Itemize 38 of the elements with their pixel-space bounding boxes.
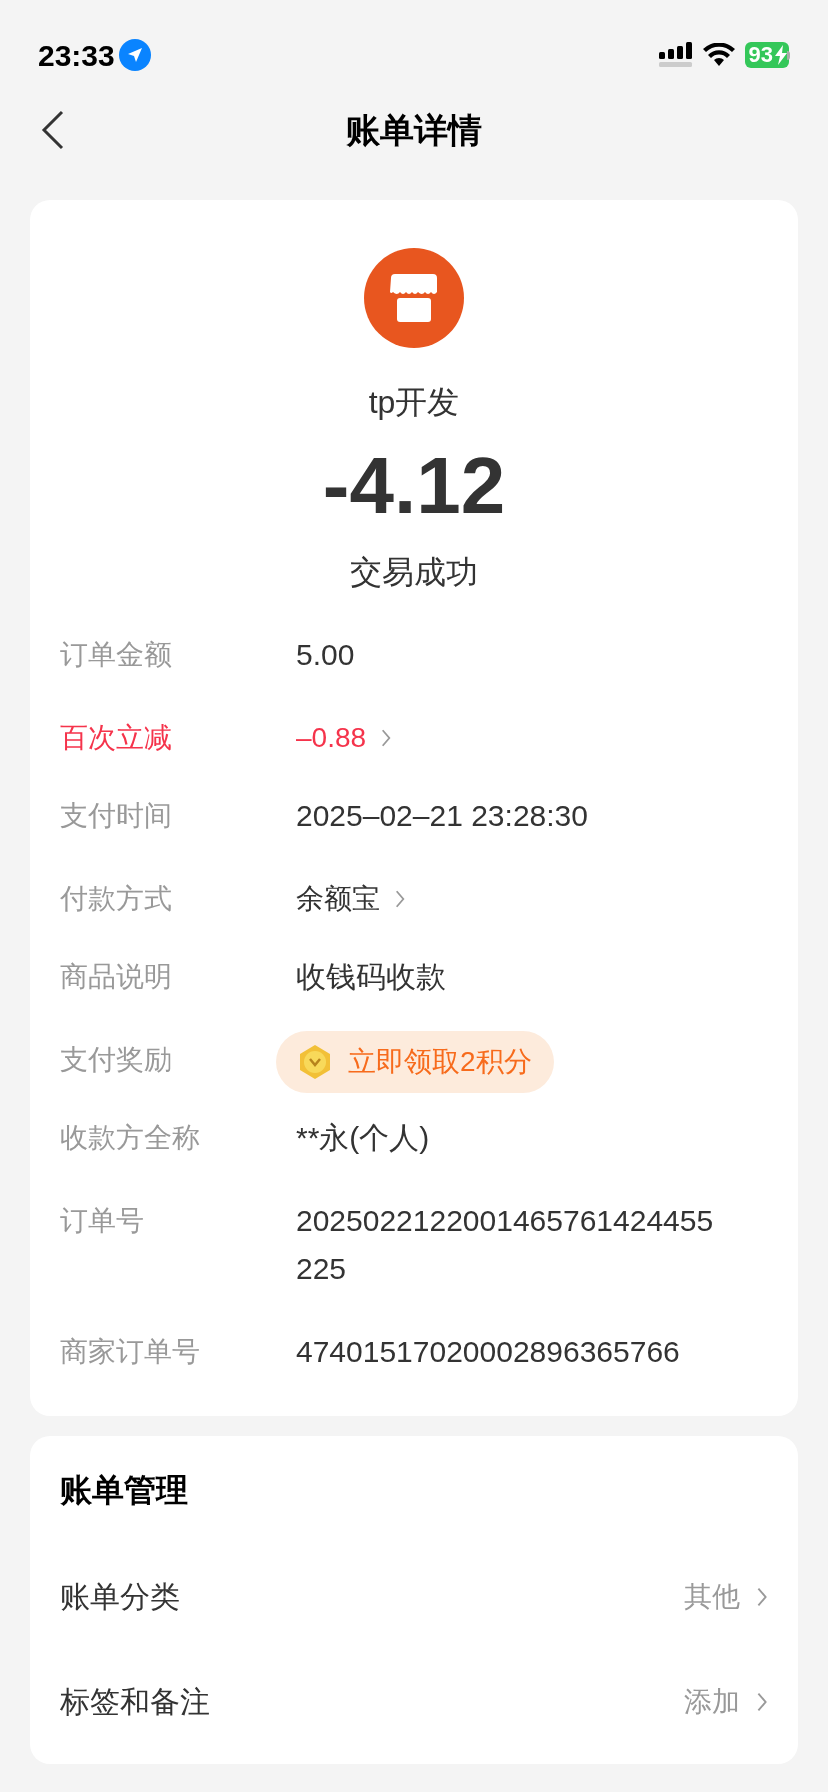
page-title: 账单详情 <box>346 109 482 151</box>
detail-label: 支付时间 <box>60 799 173 833</box>
chevron-right-icon <box>756 1690 768 1713</box>
back-icon <box>40 108 66 152</box>
detail-value: **永(个人) <box>296 1120 431 1156</box>
payment-method-link[interactable]: 余额宝 <box>296 880 406 918</box>
merchant-name: tp开发 <box>368 383 460 422</box>
detail-label: 支付奖励 <box>60 1043 173 1077</box>
status-time: 23:33 <box>38 37 115 74</box>
chevron-right-icon <box>394 889 406 909</box>
detail-value: 2025022122001465761424455225 <box>296 1203 715 1287</box>
amount: -4.12 <box>322 446 506 526</box>
location-icon <box>118 39 151 71</box>
detail-value: 2025–02–21 23:28:30 <box>296 798 589 834</box>
section-title: 账单管理 <box>60 1471 189 1510</box>
detail-label: 订单号 <box>60 1204 145 1238</box>
wifi-icon <box>702 43 735 67</box>
coin-icon <box>298 1044 332 1080</box>
detail-label: 付款方式 <box>60 882 173 916</box>
discount-link[interactable]: –0.88 <box>296 719 393 757</box>
management-row[interactable]: 标签和备注 添加 <box>60 1679 768 1724</box>
detail-value: 5.00 <box>296 637 356 673</box>
detail-label: 收款方全称 <box>60 1121 201 1155</box>
chevron-right-icon <box>380 728 393 748</box>
detail-value: 收钱码收款 <box>296 959 447 995</box>
chevron-right-icon <box>756 1585 768 1608</box>
management-row[interactable]: 账单分类 其他 <box>60 1574 768 1619</box>
detail-label: 订单金额 <box>60 638 173 672</box>
battery-icon: 93 <box>744 42 790 68</box>
store-icon <box>364 248 464 348</box>
detail-label: 百次立减 <box>60 721 173 755</box>
transaction-status: 交易成功 <box>350 553 478 592</box>
charging-icon <box>775 45 787 65</box>
detail-label: 商品说明 <box>60 960 173 994</box>
detail-label: 商家订单号 <box>60 1335 201 1369</box>
signal-icon <box>658 42 693 68</box>
back-button[interactable] <box>40 108 66 152</box>
detail-value: 47401517020002896365766 <box>296 1334 681 1370</box>
